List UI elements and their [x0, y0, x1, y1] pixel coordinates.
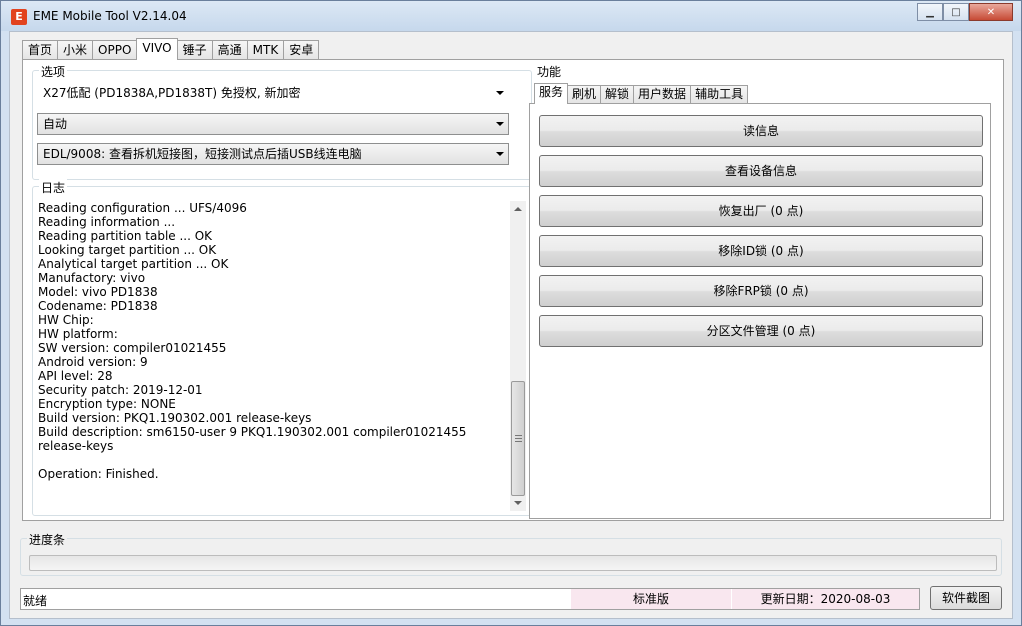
maximize-icon: □ [951, 6, 961, 18]
update-date-label: 更新日期：2020-08-03 [732, 589, 919, 609]
scroll-down-icon[interactable] [514, 501, 522, 505]
log-group: 日志 Reading configuration ... UFS/4096 Rea… [32, 179, 532, 519]
progress-legend: 进度条 [27, 531, 68, 548]
log-line: Reading configuration ... UFS/4096 [38, 201, 247, 215]
function-legend: 功能 [535, 63, 564, 80]
log-line: Looking target partition ... OK [38, 243, 217, 257]
factory-reset-button[interactable]: 恢复出厂 (0 点) [539, 195, 983, 227]
log-line: Codename: PD1838 [38, 299, 158, 313]
app-window: E EME Mobile Tool V2.14.04 ▁ □ ✕ 首页 小米 O… [0, 0, 1022, 626]
log-line: HW platform: [38, 327, 118, 341]
maximize-button[interactable]: □ [943, 3, 969, 21]
status-bar: 就绪 标准版 更新日期：2020-08-03 [20, 588, 920, 610]
log-line: HW Chip: [38, 313, 94, 327]
tab-unlock[interactable]: 解锁 [600, 85, 635, 104]
function-group: 功能 服务 刷机 解锁 用户数据 辅助工具 读信息 查看设备信息 恢复出厂 (0… [528, 63, 992, 519]
tab-home[interactable]: 首页 [22, 40, 59, 60]
chevron-down-icon [496, 91, 504, 95]
tab-aux-tools[interactable]: 辅助工具 [690, 85, 749, 104]
tab-smartisan[interactable]: 锤子 [176, 40, 213, 60]
minimize-icon: ▁ [926, 6, 934, 18]
close-icon: ✕ [986, 6, 996, 18]
scroll-thumb[interactable] [511, 381, 525, 496]
log-line: SW version: compiler01021455 [38, 341, 227, 355]
status-text: 就绪 [23, 594, 48, 608]
app-logo-icon: E [11, 9, 27, 25]
device-info-button[interactable]: 查看设备信息 [539, 155, 983, 187]
top-tab-bar: 首页 小米 OPPO VIVO 锤子 高通 MTK 安卓 [22, 38, 320, 60]
log-line: Build version: PKQ1.190302.001 release-k… [38, 411, 312, 425]
log-scrollbar[interactable] [510, 201, 526, 511]
service-tab-page: 读信息 查看设备信息 恢复出厂 (0 点) 移除ID锁 (0 点) 移除FRP锁… [529, 103, 991, 519]
log-line: Reading information ... [38, 215, 176, 229]
tab-qualcomm[interactable]: 高通 [211, 40, 248, 60]
screenshot-button[interactable]: 软件截图 [930, 586, 1002, 610]
window-title: EME Mobile Tool V2.14.04 [33, 9, 187, 23]
mode-select-value: 自动 [43, 117, 68, 131]
log-line: API level: 28 [38, 369, 113, 383]
log-line: Model: vivo PD1838 [38, 285, 158, 299]
edl-select-value: EDL/9008: 查看拆机短接图，短接测试点后插USB线连电脑 [43, 147, 362, 161]
close-button[interactable]: ✕ [969, 3, 1013, 21]
window-controls: ▁ □ ✕ [917, 3, 1013, 21]
tab-vivo[interactable]: VIVO [136, 38, 178, 60]
tab-oppo[interactable]: OPPO [92, 40, 138, 60]
log-line: Reading partition table ... OK [38, 229, 213, 243]
grip-icon [515, 435, 522, 442]
client-area: 首页 小米 OPPO VIVO 锤子 高通 MTK 安卓 选项 X27低配 (P… [9, 31, 1013, 619]
edition-label: 标准版 [571, 589, 731, 609]
options-legend: 选项 [39, 63, 68, 80]
vivo-tab-page: 选项 X27低配 (PD1838A,PD1838T) 免授权, 新加密 自动 E… [22, 59, 1004, 521]
log-line: Operation: Finished. [38, 467, 159, 481]
options-group: 选项 X27低配 (PD1838A,PD1838T) 免授权, 新加密 自动 E… [32, 63, 532, 180]
title-bar: E EME Mobile Tool V2.14.04 ▁ □ ✕ [1, 1, 1021, 31]
remove-id-lock-button[interactable]: 移除ID锁 (0 点) [539, 235, 983, 267]
log-legend: 日志 [39, 179, 68, 196]
tab-user-data[interactable]: 用户数据 [633, 85, 692, 104]
tab-service[interactable]: 服务 [534, 83, 569, 104]
tab-flash[interactable]: 刷机 [567, 85, 602, 104]
log-line: Security patch: 2019-12-01 [38, 383, 203, 397]
minimize-button[interactable]: ▁ [917, 3, 943, 21]
read-info-button[interactable]: 读信息 [539, 115, 983, 147]
tab-mtk[interactable]: MTK [246, 40, 285, 60]
partition-manager-button[interactable]: 分区文件管理 (0 点) [539, 315, 983, 347]
log-text[interactable]: Reading configuration ... UFS/4096 Readin… [38, 201, 510, 519]
progress-group: 进度条 [20, 531, 1002, 576]
model-select[interactable]: X27低配 (PD1838A,PD1838T) 免授权, 新加密 [37, 82, 509, 104]
chevron-down-icon [496, 122, 504, 126]
scroll-up-icon[interactable] [514, 207, 522, 211]
log-line: Manufactory: vivo [38, 271, 146, 285]
log-line: Android version: 9 [38, 355, 148, 369]
function-tab-bar: 服务 刷机 解锁 用户数据 辅助工具 [534, 83, 749, 104]
tab-xiaomi[interactable]: 小米 [57, 40, 94, 60]
mode-select[interactable]: 自动 [37, 113, 509, 135]
chevron-down-icon [496, 152, 504, 156]
progress-bar [29, 555, 997, 571]
remove-frp-lock-button[interactable]: 移除FRP锁 (0 点) [539, 275, 983, 307]
log-line: Build description: sm6150-user 9 PKQ1.19… [38, 425, 471, 453]
log-line: Encryption type: NONE [38, 397, 176, 411]
log-line: Analytical target partition ... OK [38, 257, 229, 271]
edl-select[interactable]: EDL/9008: 查看拆机短接图，短接测试点后插USB线连电脑 [37, 143, 509, 165]
model-select-value: X27低配 (PD1838A,PD1838T) 免授权, 新加密 [43, 86, 301, 100]
tab-android[interactable]: 安卓 [283, 40, 320, 60]
